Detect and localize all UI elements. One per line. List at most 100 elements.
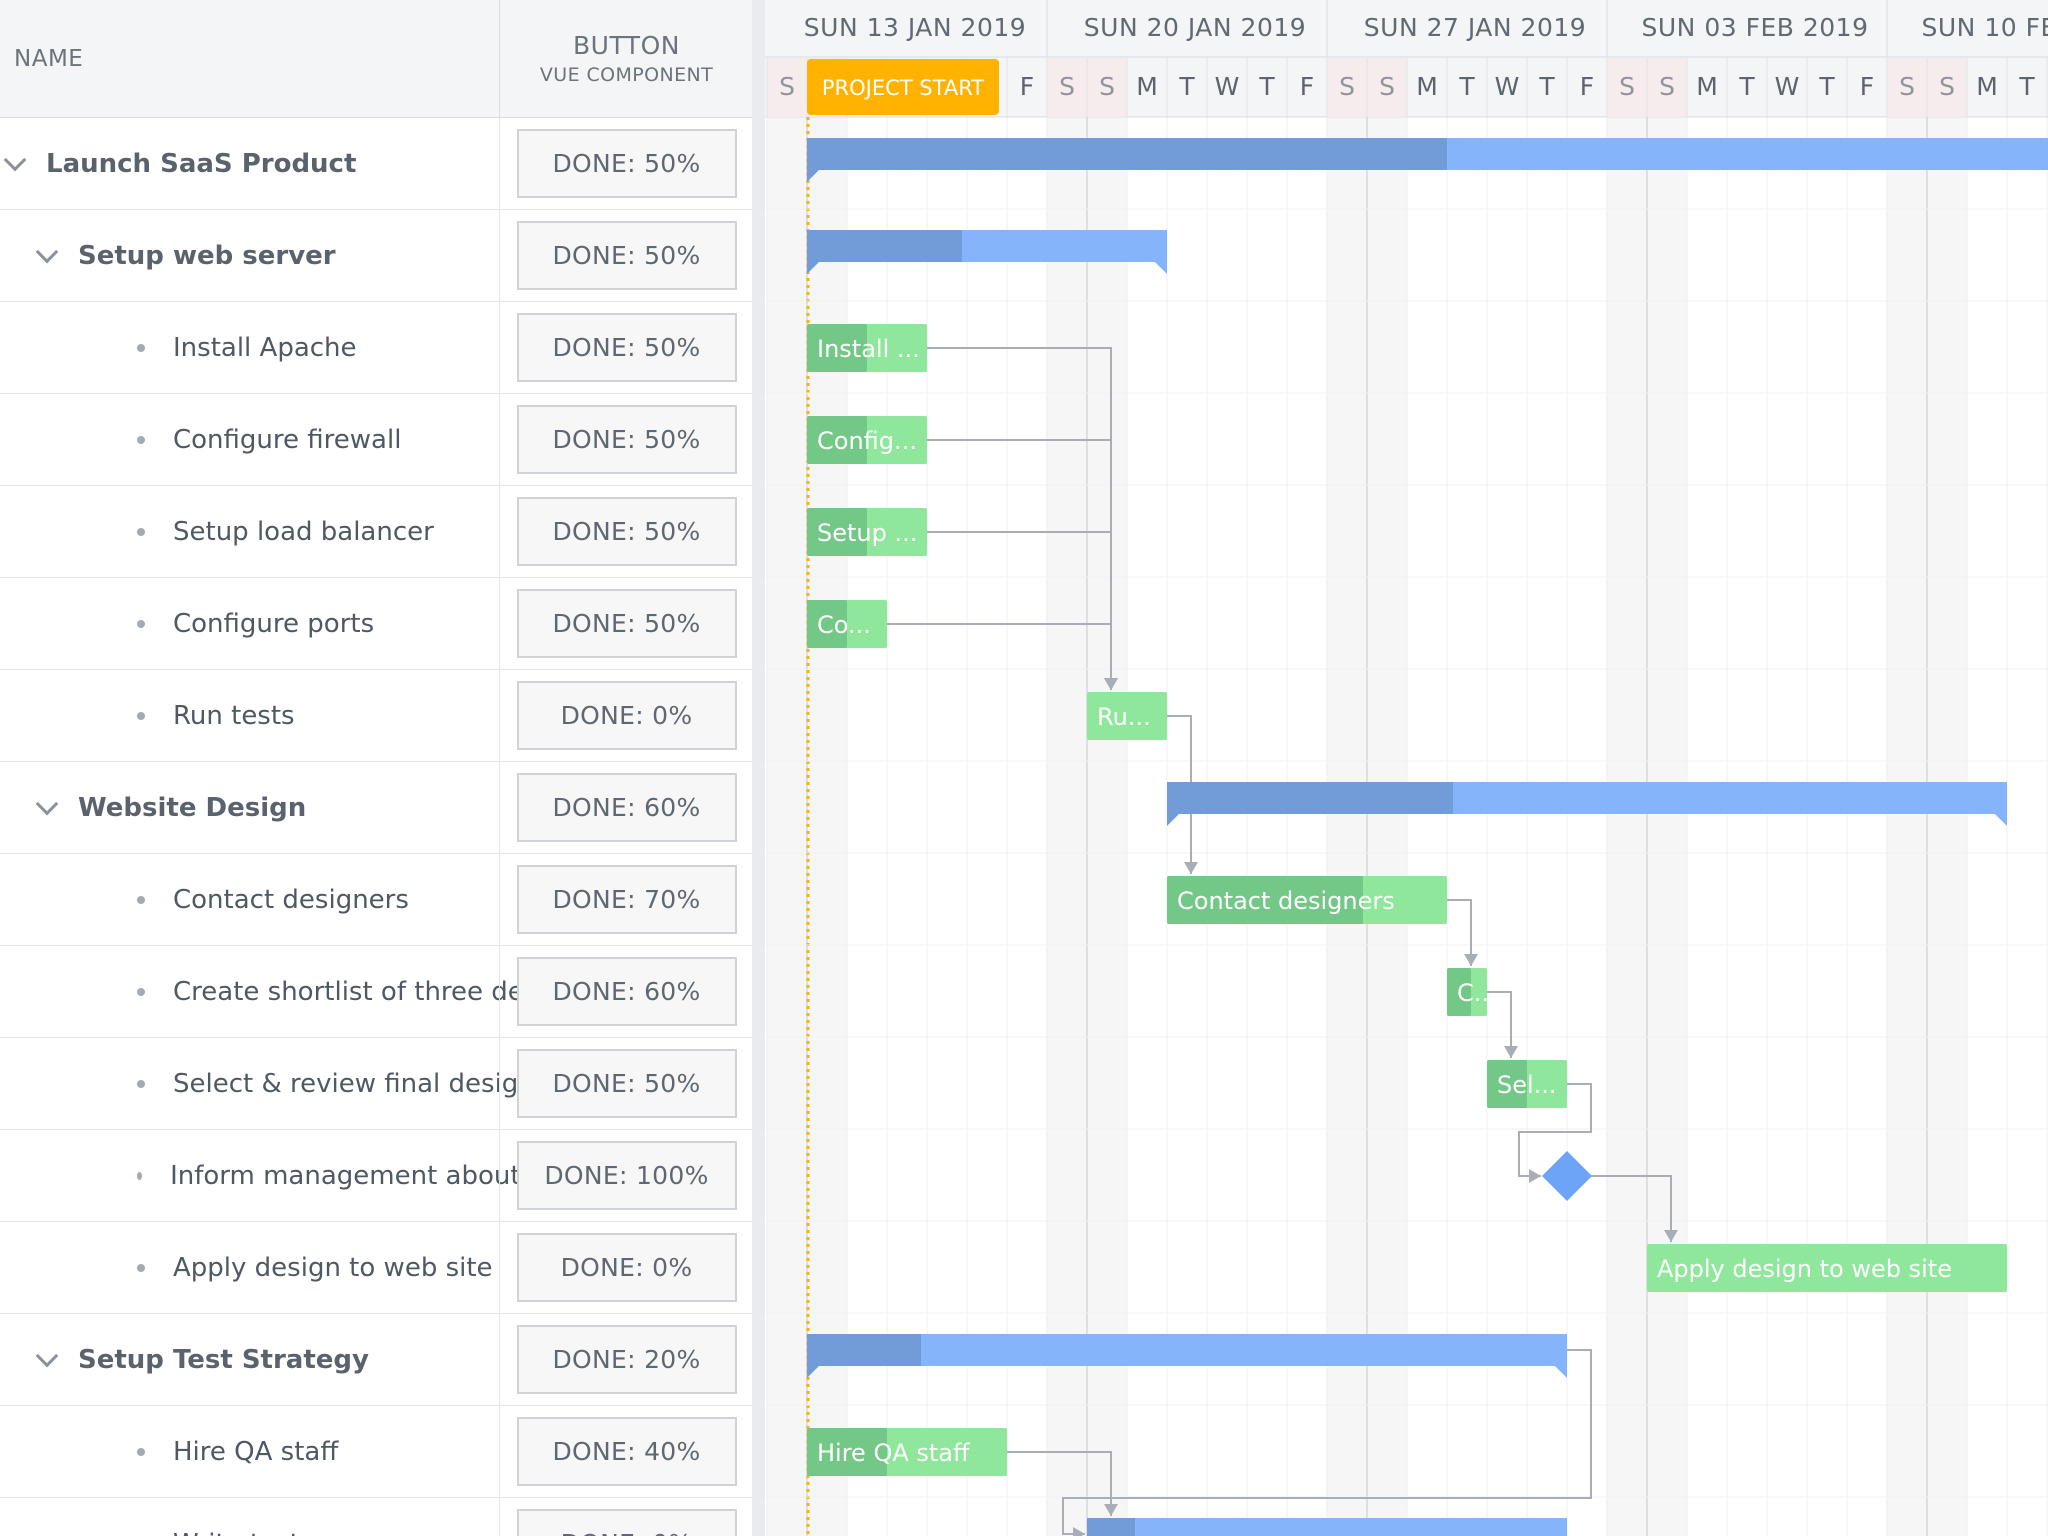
grid-row[interactable]: Contact designers DONE: 70%	[0, 854, 752, 946]
weekend-column	[1927, 117, 1967, 1536]
grid-row[interactable]: Setup Test Strategy DONE: 20%	[0, 1314, 752, 1406]
day-letter: S	[1899, 72, 1915, 101]
button-cell: DONE: 0%	[499, 1222, 752, 1313]
button-cell: DONE: 0%	[499, 1498, 752, 1536]
bullet-icon	[137, 1447, 145, 1456]
task-name-cell: Website Design	[0, 762, 531, 853]
day-letter: M	[1976, 72, 1998, 101]
done-percent-button[interactable]: DONE: 20%	[516, 1325, 737, 1394]
summary-bar-end-cap	[1995, 814, 2007, 826]
summary-bar-progress	[807, 230, 962, 262]
weekend-column	[1087, 117, 1127, 1536]
week-header-label: SUN 10 FEB 2019	[1922, 13, 2048, 42]
day-letter: M	[1696, 72, 1718, 101]
button-column-subtitle: VUE COMPONENT	[539, 64, 714, 86]
task-bar-label: C...	[1457, 979, 1497, 1007]
done-percent-button[interactable]: DONE: 70%	[516, 865, 737, 934]
grid-row[interactable]: Run tests DONE: 0%	[0, 670, 752, 762]
task-name-cell: Launch SaaS Product	[0, 118, 499, 209]
day-letter: T	[1538, 72, 1555, 101]
bullet-icon	[137, 435, 145, 444]
task-name-cell: Setup Test Strategy	[0, 1314, 531, 1405]
grid-row[interactable]: Write test specs DONE: 0%	[0, 1498, 752, 1536]
grid-splitter[interactable]	[752, 0, 765, 1536]
task-bar-label: Config...	[817, 427, 917, 455]
grid-row[interactable]: Website Design DONE: 60%	[0, 762, 752, 854]
grid-row[interactable]: Select & review final design DONE: 50%	[0, 1038, 752, 1130]
grid-row[interactable]: Inform management about decision DONE: 10…	[0, 1130, 752, 1222]
chevron-down-icon[interactable]	[32, 1345, 62, 1375]
link-arrowhead	[1184, 862, 1198, 874]
chevron-down-icon[interactable]	[0, 149, 30, 179]
milestone-diamond[interactable]	[1542, 1151, 1592, 1201]
button-cell: DONE: 100%	[499, 1130, 752, 1221]
button-cell: DONE: 50%	[499, 1038, 752, 1129]
button-cell: DONE: 20%	[499, 1314, 752, 1405]
done-percent-button[interactable]: DONE: 0%	[516, 681, 737, 750]
done-percent-button[interactable]: DONE: 60%	[516, 957, 737, 1026]
done-percent-button[interactable]: DONE: 0%	[516, 1509, 737, 1536]
chevron-down-icon[interactable]	[32, 793, 62, 823]
gantt-timeline: SUN 13 JAN 2019 SUN 20 JAN 2019 SUN 27 JAN…	[765, 0, 2048, 1536]
done-percent-button[interactable]: DONE: 50%	[516, 1049, 737, 1118]
day-letter: W	[1775, 72, 1800, 101]
task-name: Hire QA staff	[173, 1436, 339, 1467]
grid-row[interactable]: Create shortlist of three designers DONE:…	[0, 946, 752, 1038]
day-letter: W	[1215, 72, 1240, 101]
done-percent-button[interactable]: DONE: 40%	[516, 1417, 737, 1486]
grid-row[interactable]: Setup load balancer DONE: 50%	[0, 486, 752, 578]
day-letter: T	[2018, 72, 2035, 101]
week-header-label: SUN 03 FEB 2019	[1642, 13, 1869, 42]
done-percent-button[interactable]: DONE: 50%	[516, 221, 737, 290]
task-name: Run tests	[173, 700, 295, 731]
link-arrowhead	[1529, 1169, 1541, 1183]
done-percent-button[interactable]: DONE: 60%	[516, 773, 737, 842]
button-cell: DONE: 50%	[499, 578, 752, 669]
grid-row[interactable]: Launch SaaS Product DONE: 50%	[0, 118, 752, 210]
grid-rows: Launch SaaS Product DONE: 50% Setup web se…	[0, 118, 752, 1536]
done-percent-button[interactable]: DONE: 100%	[516, 1141, 737, 1210]
day-letter: S	[1939, 72, 1955, 101]
done-percent-button[interactable]: DONE: 50%	[516, 589, 737, 658]
day-letter: S	[1379, 72, 1395, 101]
name-column-header[interactable]: NAME	[14, 0, 494, 117]
grid-header: NAME BUTTON VUE COMPONENT	[0, 0, 752, 118]
weekend-column	[1327, 117, 1367, 1536]
task-bar-label: Ru...	[1097, 703, 1151, 731]
grid-row[interactable]: Setup web server DONE: 50%	[0, 210, 752, 302]
bullet-icon	[137, 895, 145, 904]
grid-row[interactable]: Install Apache DONE: 50%	[0, 302, 752, 394]
bullet-icon	[137, 1171, 143, 1180]
week-header-label: SUN 20 JAN 2019	[1084, 13, 1306, 42]
task-name: Configure firewall	[173, 424, 402, 455]
done-percent-button[interactable]: DONE: 0%	[516, 1233, 737, 1302]
grid-row[interactable]: Configure ports DONE: 50%	[0, 578, 752, 670]
bullet-icon	[137, 1263, 145, 1272]
grid-row[interactable]: Hire QA staff DONE: 40%	[0, 1406, 752, 1498]
gantt-chart: SUN 13 JAN 2019 SUN 20 JAN 2019 SUN 27 JAN…	[765, 0, 2048, 1536]
day-letter: W	[1495, 72, 1520, 101]
button-cell: DONE: 50%	[499, 210, 752, 301]
task-name: Write test specs	[173, 1529, 382, 1536]
task-bar-label: Install ...	[817, 335, 920, 363]
task-bar-label: Hire QA staff	[817, 1439, 970, 1467]
summary-bar-start-cap	[1167, 814, 1179, 826]
button-column-header[interactable]: BUTTON VUE COMPONENT	[499, 0, 752, 117]
summary-bar[interactable]	[1087, 1518, 1567, 1536]
task-name: Apply design to web site	[173, 1252, 493, 1283]
task-name: Select & review final design	[173, 1068, 535, 1099]
done-percent-button[interactable]: DONE: 50%	[516, 497, 737, 566]
summary-bar-progress	[807, 138, 1447, 170]
chevron-down-icon[interactable]	[32, 241, 62, 271]
day-letter: F	[1580, 72, 1594, 101]
bullet-icon	[137, 1079, 145, 1088]
grid-row[interactable]: Configure firewall DONE: 50%	[0, 394, 752, 486]
weekend-column	[1647, 117, 1687, 1536]
done-percent-button[interactable]: DONE: 50%	[516, 129, 737, 198]
done-percent-button[interactable]: DONE: 50%	[516, 313, 737, 382]
day-letter: S	[1659, 72, 1675, 101]
task-name: Website Design	[78, 792, 307, 823]
done-percent-button[interactable]: DONE: 50%	[516, 405, 737, 474]
grid-row[interactable]: Apply design to web site DONE: 0%	[0, 1222, 752, 1314]
bullet-icon	[137, 619, 145, 628]
